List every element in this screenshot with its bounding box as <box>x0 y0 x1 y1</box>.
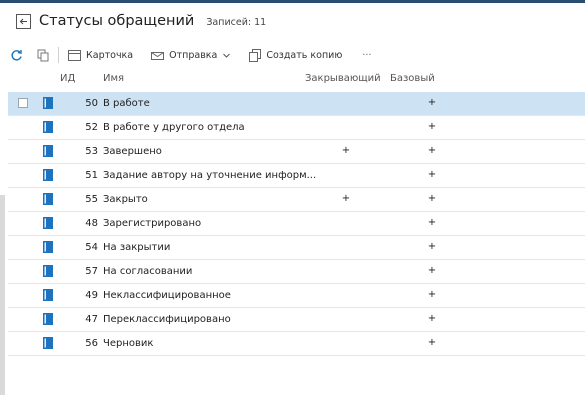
table-row[interactable]: 52 В работе у другого отдела + <box>8 116 585 140</box>
document-icon <box>43 217 53 229</box>
refresh-icon <box>11 49 22 60</box>
row-closing-flag: + <box>341 193 351 204</box>
record-count-value: 11 <box>254 17 267 28</box>
row-id: 52 <box>85 122 98 133</box>
table-row[interactable]: 49 Неклассифицированное + <box>8 284 585 308</box>
back-button[interactable] <box>16 13 31 29</box>
table-row[interactable]: 57 На согласовании + <box>8 260 585 284</box>
card-icon <box>68 49 81 61</box>
document-icon <box>43 145 53 157</box>
row-checkbox[interactable] <box>18 98 28 108</box>
row-base-flag: + <box>427 313 437 324</box>
row-name: Переклассифицировано <box>103 314 231 325</box>
create-copy-icon <box>249 48 262 62</box>
copy-icon <box>37 49 49 61</box>
row-id: 53 <box>85 146 98 157</box>
row-id: 48 <box>85 218 98 229</box>
row-base-flag: + <box>427 337 437 348</box>
send-icon <box>151 51 165 60</box>
more-button[interactable]: ··· <box>362 50 371 61</box>
window-top-strip <box>0 0 585 3</box>
column-header-closing[interactable]: Закрывающий <box>305 73 381 84</box>
table-body: 50 В работе +52 В работе у другого отдела +5… <box>8 92 585 356</box>
row-base-flag: + <box>427 145 437 156</box>
card-button-label: Карточка <box>86 49 134 61</box>
row-base-flag: + <box>427 241 437 252</box>
row-base-flag: + <box>427 217 437 228</box>
column-header-base[interactable]: Базовый <box>390 73 435 84</box>
title-row: Статусы обращений Записей: 11 <box>16 11 266 31</box>
row-name: На согласовании <box>103 266 193 277</box>
table-row[interactable]: 51 Задание автору на уточнение информ... + <box>8 164 585 188</box>
row-name: Задание автору на уточнение информ... <box>103 170 317 181</box>
document-icon <box>43 241 53 253</box>
send-button-label: Отправка <box>169 49 218 61</box>
row-closing-flag: + <box>341 145 351 156</box>
record-count-label: Записей: <box>206 17 252 28</box>
row-base-flag: + <box>427 97 437 108</box>
refresh-button[interactable] <box>10 49 23 62</box>
toolbar-divider <box>58 47 59 63</box>
table-row[interactable]: 47 Переклассифицировано + <box>8 308 585 332</box>
page-title: Статусы обращений <box>39 13 195 29</box>
row-id: 47 <box>85 314 98 325</box>
row-name: Зарегистрировано <box>103 218 202 229</box>
column-header-id[interactable]: ИД <box>60 73 75 84</box>
back-arrow-icon <box>19 18 27 24</box>
toolbar: Карточка Отправка Создать копию ··· <box>8 43 585 67</box>
table-row[interactable]: 54 На закрытии + <box>8 236 585 260</box>
row-base-flag: + <box>427 121 437 132</box>
table-row[interactable]: 50 В работе + <box>8 92 585 116</box>
card-button[interactable]: Карточка <box>68 49 134 61</box>
row-name: Закрыто <box>103 194 148 205</box>
scrollbar[interactable] <box>0 195 5 395</box>
row-id: 50 <box>85 98 98 109</box>
create-copy-button[interactable]: Создать копию <box>249 48 343 62</box>
copy-button[interactable] <box>37 49 49 62</box>
row-id: 51 <box>85 170 98 181</box>
row-base-flag: + <box>427 169 437 180</box>
table-row[interactable]: 55 Закрыто + + <box>8 188 585 212</box>
row-name: В работе <box>103 98 150 109</box>
table-row[interactable]: 48 Зарегистрировано + <box>8 212 585 236</box>
record-count: Записей: 11 <box>206 17 266 28</box>
document-icon <box>43 169 53 181</box>
row-id: 54 <box>85 242 98 253</box>
table-header: ИД Имя Закрывающий Базовый <box>8 68 585 90</box>
table-row[interactable]: 56 Черновик + <box>8 332 585 356</box>
document-icon <box>43 193 53 205</box>
document-icon <box>43 337 53 349</box>
row-name: В работе у другого отдела <box>103 122 245 133</box>
chevron-down-icon <box>223 53 231 58</box>
row-id: 55 <box>85 194 98 205</box>
row-name: Неклассифицированное <box>103 290 231 301</box>
row-name: Завершено <box>103 146 162 157</box>
document-icon <box>43 313 53 325</box>
create-copy-button-label: Создать копию <box>266 49 343 61</box>
row-id: 56 <box>85 338 98 349</box>
table-row[interactable]: 53 Завершено + + <box>8 140 585 164</box>
document-icon <box>43 97 53 109</box>
row-id: 57 <box>85 266 98 277</box>
document-icon <box>43 121 53 133</box>
row-base-flag: + <box>427 193 437 204</box>
row-base-flag: + <box>427 289 437 300</box>
column-header-name[interactable]: Имя <box>103 73 124 84</box>
document-icon <box>43 265 53 277</box>
row-base-flag: + <box>427 265 437 276</box>
document-icon <box>43 289 53 301</box>
row-id: 49 <box>85 290 98 301</box>
row-name: Черновик <box>103 338 154 349</box>
send-button[interactable]: Отправка <box>151 50 231 61</box>
row-name: На закрытии <box>103 242 171 253</box>
